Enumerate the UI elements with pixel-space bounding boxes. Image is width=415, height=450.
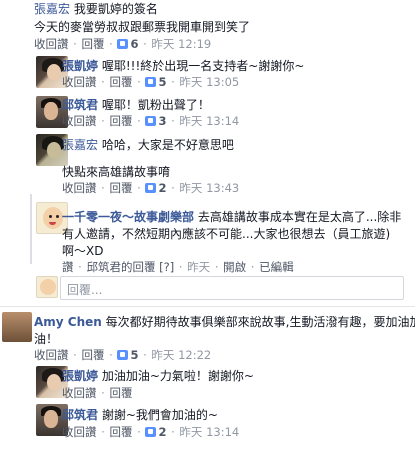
comment-author[interactable]: 張嘉宏 bbox=[62, 138, 98, 152]
comment-text-line2: 今天的麥當勞叔叔跟郵票我開車開到笑了 bbox=[34, 20, 251, 34]
timestamp[interactable]: 昨天 13:14 bbox=[179, 114, 239, 128]
comment-text-line2: 油！ bbox=[34, 332, 59, 346]
comment-author[interactable]: 張凱婷 bbox=[62, 369, 98, 383]
timestamp[interactable]: 昨天 13:43 bbox=[179, 181, 239, 195]
edited-label[interactable]: 已編輯 bbox=[259, 260, 294, 274]
unlike-link[interactable]: 收回讚 bbox=[62, 75, 97, 89]
like-icon bbox=[145, 77, 157, 87]
like-icon bbox=[145, 183, 157, 193]
like-icon bbox=[117, 350, 129, 360]
comment-text-line2: 快點來高雄講故事唷 bbox=[62, 165, 171, 179]
unlike-link[interactable]: 收回讚 bbox=[62, 425, 97, 439]
avatar[interactable] bbox=[2, 312, 32, 342]
reply-4: 一千零一夜～故事劇樂部 去高雄講故事成本實在是太高了...除非 bbox=[62, 208, 401, 225]
comment-meta: 收回讚 · 回覆 · 5 · 昨天 13:05 bbox=[62, 75, 240, 89]
comment-author[interactable]: 一千零一夜～故事劇樂部 bbox=[62, 210, 194, 224]
comment-1: 張嘉宏 我要凱婷的簽名 bbox=[34, 0, 158, 17]
reply-2: 邱筑君 喔耶！凱粉出聲了！ bbox=[62, 96, 210, 113]
comment-text: 每次都好期待故事俱樂部來說故事,生動活潑有趣，要加油加 bbox=[105, 315, 415, 329]
comment-author[interactable]: 邱筑君 bbox=[62, 98, 98, 112]
comment-text: 哈哈，大家是不好意思吧 bbox=[101, 138, 234, 152]
comment-text: 喔耶!!!終於出現一名支持者~謝謝你~ bbox=[101, 59, 305, 73]
reply-input-placeholder: 回覆... bbox=[67, 283, 103, 297]
timestamp[interactable]: 昨天 12:22 bbox=[151, 348, 211, 362]
open-link[interactable]: 開啟 bbox=[223, 260, 246, 274]
timestamp[interactable]: 昨天 13:14 bbox=[179, 425, 239, 439]
reply-6: 邱筑君 謝謝~我們會加油的~ bbox=[62, 406, 218, 423]
unlike-link[interactable]: 收回讚 bbox=[62, 386, 97, 400]
like-link[interactable]: 讚 bbox=[62, 260, 74, 274]
reply-link[interactable]: 回覆 bbox=[109, 386, 132, 400]
reply-link[interactable]: 回覆 bbox=[109, 75, 132, 89]
reply-5: 張凱婷 加油加油~力氣啦！謝謝你~ bbox=[62, 367, 254, 384]
comment-text-line3: 啊～XD bbox=[62, 244, 104, 258]
comment-author[interactable]: 邱筑君 bbox=[62, 408, 98, 422]
reply-link[interactable]: 回覆 bbox=[81, 37, 104, 51]
comment-meta: 收回讚 · 回覆 · 5 · 昨天 12:22 bbox=[34, 348, 212, 362]
comment-text: 加油加油~力氣啦！謝謝你~ bbox=[101, 369, 254, 383]
reply-source[interactable]: 邱筑君的回覆 [?] bbox=[86, 260, 174, 274]
comment-meta: 收回讚 · 回覆 bbox=[62, 386, 133, 400]
like-icon bbox=[145, 116, 157, 126]
reply-1: 張凱婷 喔耶!!!終於出現一名支持者~謝謝你~ bbox=[62, 57, 304, 74]
pending-reply-bar bbox=[30, 194, 32, 264]
comment-text: 喔耶！凱粉出聲了！ bbox=[101, 98, 210, 112]
comment-text-line2: 有人邀請，不然短期內應該不可能...大家也很想去（員工旅遊) bbox=[62, 227, 391, 241]
unlike-link[interactable]: 收回讚 bbox=[34, 37, 69, 51]
comment-divider bbox=[0, 306, 415, 307]
unlike-link[interactable]: 收回讚 bbox=[62, 114, 97, 128]
comment-text: 我要凱婷的簽名 bbox=[73, 2, 158, 16]
timestamp[interactable]: 昨天 12:19 bbox=[151, 37, 211, 51]
comment-author[interactable]: Amy Chen bbox=[34, 315, 102, 329]
comment-text: 去高雄講故事成本實在是太高了...除非 bbox=[197, 210, 402, 224]
comment-meta: 收回讚 · 回覆 · 3 · 昨天 13:14 bbox=[62, 114, 240, 128]
comment-meta: 收回讚 · 回覆 · 6 · 昨天 12:19 bbox=[34, 37, 212, 51]
comment-text: 謝謝~我們會加油的~ bbox=[101, 408, 218, 422]
reply-input[interactable]: 回覆... bbox=[60, 276, 404, 300]
timestamp[interactable]: 昨天 13:05 bbox=[179, 75, 239, 89]
unlike-link[interactable]: 收回讚 bbox=[62, 181, 97, 195]
reply-link[interactable]: 回覆 bbox=[81, 348, 104, 362]
reply-3: 張嘉宏 哈哈，大家是不好意思吧 bbox=[62, 136, 234, 153]
comment-author[interactable]: 張凱婷 bbox=[62, 59, 98, 73]
comment-meta: 收回讚 · 回覆 · 2 · 昨天 13:14 bbox=[62, 425, 240, 439]
timestamp[interactable]: 昨天 bbox=[187, 260, 210, 274]
comment-2: Amy Chen 每次都好期待故事俱樂部來說故事,生動活潑有趣，要加油加 bbox=[34, 313, 415, 330]
like-icon bbox=[117, 39, 129, 49]
comment-meta: 收回讚 · 回覆 · 2 · 昨天 13:43 bbox=[62, 181, 240, 195]
comment-author[interactable]: 張嘉宏 bbox=[34, 2, 70, 16]
reply-link[interactable]: 回覆 bbox=[109, 425, 132, 439]
composer-avatar bbox=[36, 276, 58, 298]
unlike-link[interactable]: 收回讚 bbox=[34, 348, 69, 362]
reply-link[interactable]: 回覆 bbox=[109, 181, 132, 195]
comment-meta: 讚 · 邱筑君的回覆 [?] · 昨天 · 開啟 · 已編輯 bbox=[62, 260, 294, 274]
reply-link[interactable]: 回覆 bbox=[109, 114, 132, 128]
like-icon bbox=[145, 427, 157, 437]
